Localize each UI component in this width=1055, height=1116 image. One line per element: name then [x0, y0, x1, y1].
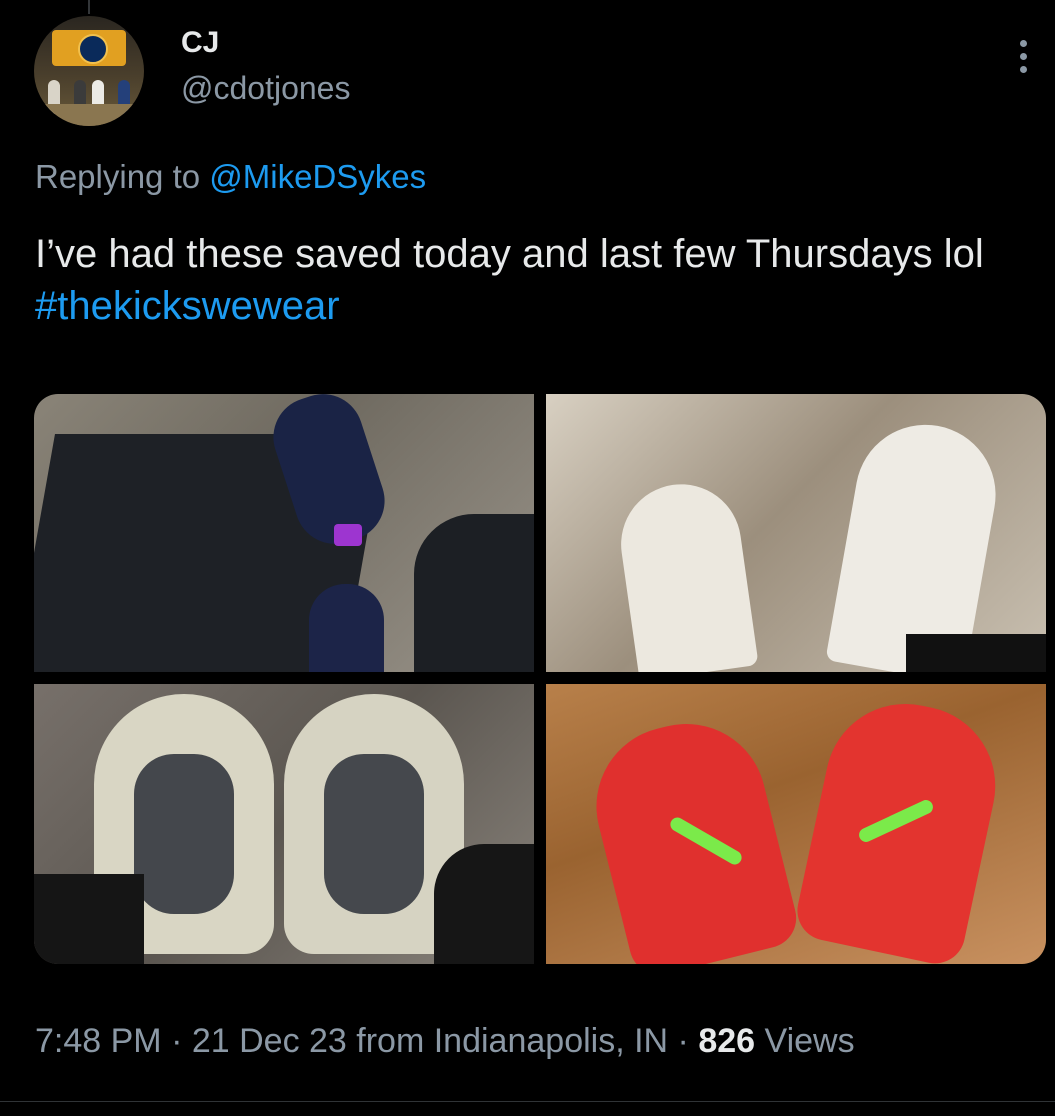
author-handle[interactable]: @cdotjones: [181, 70, 350, 107]
sneaker-shape: [309, 584, 384, 672]
replying-to: Replying to @MikeDSykes: [35, 158, 426, 196]
avatar-floor: [34, 104, 144, 126]
sneaker-accent: [334, 524, 362, 546]
tweet-body: I’ve had these saved today and last few …: [35, 232, 984, 276]
sneaker-shape: [613, 476, 759, 672]
pants-shape: [414, 514, 534, 672]
reply-mention-link[interactable]: @MikeDSykes: [209, 158, 426, 195]
sneaker-upper: [134, 754, 234, 914]
media-grid: [34, 394, 1046, 964]
hashtag-link[interactable]: #thekickswewear: [35, 284, 340, 328]
media-photo-3[interactable]: [34, 684, 534, 964]
tweet-text: I’ve had these saved today and last few …: [35, 228, 1025, 332]
pants-shape: [34, 874, 144, 964]
avatar[interactable]: [34, 16, 144, 126]
media-photo-1[interactable]: [34, 394, 534, 672]
more-vertical-icon[interactable]: [1014, 40, 1032, 80]
pants-shape: [906, 634, 1046, 672]
tweet-time[interactable]: 7:48 PM: [35, 1022, 162, 1060]
replying-to-label: Replying to: [35, 158, 201, 195]
pants-shape: [434, 844, 534, 964]
thread-connector-line: [88, 0, 90, 14]
tweet-meta: 7:48 PM · 21 Dec 23 from Indianapolis, I…: [35, 1022, 855, 1061]
sneaker-upper: [324, 754, 424, 914]
views-label: Views: [755, 1022, 855, 1060]
sneaker-shape: [791, 689, 1011, 964]
meta-separator: ·: [668, 1022, 699, 1060]
avatar-logo: [78, 34, 108, 64]
tweet-date[interactable]: 21 Dec 23: [192, 1022, 347, 1060]
meta-separator: ·: [161, 1022, 192, 1060]
media-photo-4[interactable]: [546, 684, 1046, 964]
author-name[interactable]: CJ: [181, 26, 219, 60]
tweet-location: from Indianapolis, IN: [346, 1022, 669, 1060]
media-photo-2[interactable]: [546, 394, 1046, 672]
divider: [0, 1101, 1055, 1102]
views-count: 826: [698, 1022, 756, 1060]
